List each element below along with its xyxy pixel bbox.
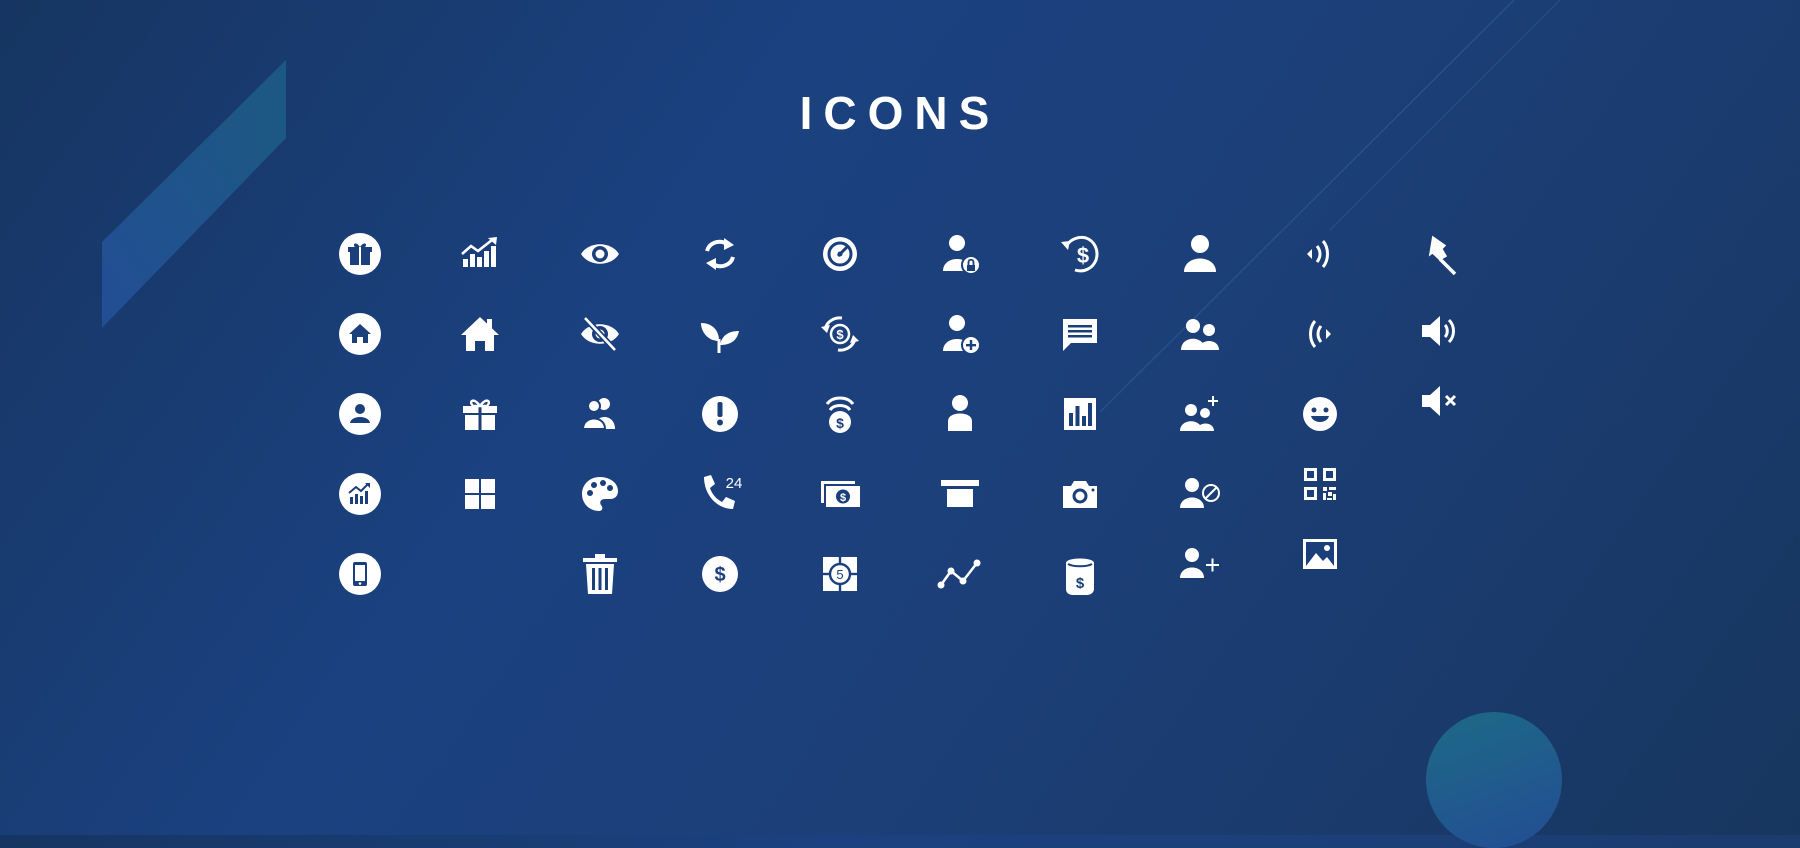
user-icon — [1177, 231, 1223, 277]
dollar-signal-icon: $ — [817, 391, 863, 437]
volume-up-icon — [1417, 308, 1463, 354]
pushpin-icon — [1417, 231, 1463, 277]
palette-icon — [577, 471, 623, 517]
alert-circle-icon — [697, 391, 743, 437]
image-icon — [1297, 531, 1343, 577]
person-icon — [937, 391, 983, 437]
windows-grid-icon — [457, 471, 503, 517]
smartphone-circle-icon — [337, 551, 383, 597]
home-circle-icon — [337, 311, 383, 357]
svg-text:$: $ — [714, 564, 725, 586]
growth-chart-circle-icon — [337, 471, 383, 517]
house-icon — [457, 311, 503, 357]
contactless-signal-icon — [1297, 231, 1343, 277]
users-pair-icon — [577, 391, 623, 437]
bar-chart-icon — [1057, 391, 1103, 437]
chat-message-icon — [1057, 311, 1103, 357]
growth-chart-icon — [457, 231, 503, 277]
user-add-circle-icon — [937, 311, 983, 357]
decorative-circle — [1426, 712, 1562, 848]
dollar-circle-icon: $ — [697, 551, 743, 597]
svg-text:$: $ — [1077, 243, 1089, 268]
qr-code-icon — [1297, 461, 1343, 507]
user-lock-icon — [937, 231, 983, 277]
user-plus-icon — [1177, 541, 1223, 587]
dollar-history-icon: $ — [1057, 231, 1103, 277]
eye-slash-icon — [577, 311, 623, 357]
svg-text:$: $ — [836, 327, 844, 342]
atm-card-slot-icon — [937, 471, 983, 517]
smiley-icon — [1297, 391, 1343, 437]
dollar-cycle-icon: $ — [817, 311, 863, 357]
eye-icon — [577, 231, 623, 277]
gift-circle-icon — [337, 231, 383, 277]
user-circle-icon — [337, 391, 383, 437]
target-five-label: 5 — [836, 567, 843, 582]
trend-line-icon — [937, 551, 983, 597]
svg-text:$: $ — [1076, 575, 1085, 592]
sprout-icon — [697, 311, 743, 357]
camera-icon — [1057, 471, 1103, 517]
banknote-icon: $ — [817, 471, 863, 517]
trash-icon — [577, 551, 623, 597]
users-group-icon — [1177, 311, 1223, 357]
page-title: ICONS — [799, 87, 1001, 139]
refresh-arrows-icon — [697, 231, 743, 277]
phone-24-icon: 24 — [697, 471, 743, 517]
users-add-icon — [1177, 391, 1223, 437]
user-blocked-icon — [1177, 471, 1223, 517]
radio-waves-icon — [1297, 311, 1343, 357]
svg-text:$: $ — [836, 415, 844, 431]
speed-refresh-icon — [817, 231, 863, 277]
money-bag-icon: $ — [1057, 551, 1103, 597]
target-five-icon: 5 — [817, 551, 863, 597]
phone-24-label: 24 — [726, 475, 743, 492]
volume-mute-icon — [1417, 378, 1463, 424]
gift-box-icon — [457, 391, 503, 437]
svg-text:$: $ — [840, 492, 846, 504]
